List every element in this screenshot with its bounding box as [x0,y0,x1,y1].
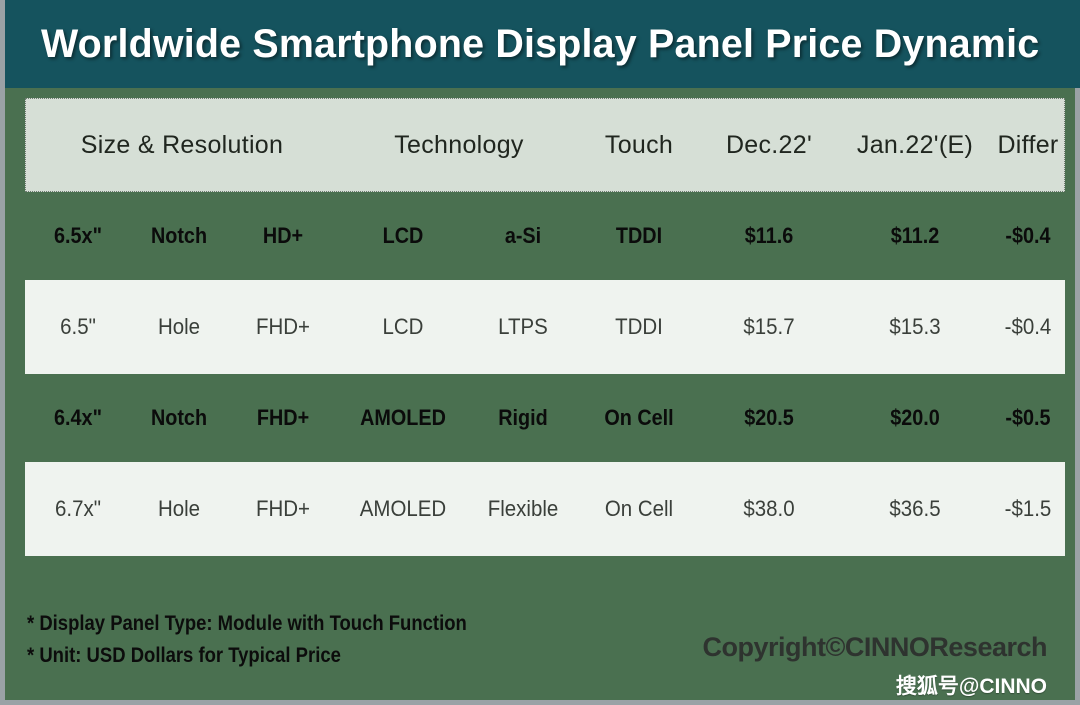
cell-touch: TDDI [615,314,663,339]
copyright-watermark: Copyright©CINNOResearch [702,632,1048,662]
table-row: 6.7x" Hole FHD+ AMOLED Flexible On Cell … [25,462,1065,556]
sohu-watermark: 搜狐号@CINNO [895,675,1047,698]
column-header-jan22e: Jan.22'(E) [856,130,974,159]
table-header-row: Size & Resolution Technology Touch Dec.2… [25,98,1065,192]
cell-panel-type: LCD [382,314,424,339]
column-header-differ: Differ [997,130,1059,159]
column-header-dec22: Dec.22' [725,130,813,159]
column-header-touch: Touch [604,130,674,159]
cell-resolution: HD+ [262,223,304,248]
footnote-unit: * Unit: USD Dollars for Typical Price [27,644,341,667]
title-bar: Worldwide Smartphone Display Panel Price… [5,0,1080,88]
cell-differ: -$0.5 [1005,405,1051,430]
cell-price-jan: $11.2 [890,223,940,248]
cell-resolution: FHD+ [256,314,310,339]
footnote-panel-type: * Display Panel Type: Module with Touch … [27,612,467,635]
cell-size: 6.7x" [55,496,101,521]
cell-price-jan: $15.3 [889,314,941,339]
cell-resolution: FHD+ [256,496,310,521]
price-table: Size & Resolution Technology Touch Dec.2… [25,98,1065,556]
footnotes: * Display Panel Type: Module with Touch … [27,608,527,672]
cell-price-jan: $20.0 [890,405,940,430]
infographic-root: Worldwide Smartphone Display Panel Price… [5,0,1080,700]
cell-panel-type: LCD [382,223,424,248]
cell-size: 6.4x" [54,405,102,430]
cell-price-dec: $38.0 [743,496,795,521]
cell-touch: TDDI [615,223,663,248]
cell-differ: -$0.4 [1005,223,1051,248]
column-header-technology: Technology [394,130,524,159]
page-title: Worldwide Smartphone Display Panel Price… [41,21,1040,66]
column-header-size-resolution: Size & Resolution [80,130,284,159]
cell-price-dec: $15.7 [743,314,795,339]
cell-size: 6.5" [60,314,96,339]
cell-price-dec: $11.6 [744,223,794,248]
cell-backplane: LTPS [498,314,548,339]
cell-size: 6.5x" [54,223,102,248]
table-row: 6.5x" Notch HD+ LCD a-Si TDDI $11.6 $11.… [25,200,1065,272]
cell-cutout: Hole [157,314,201,339]
cell-price-jan: $36.5 [889,496,941,521]
table-row: 6.5" Hole FHD+ LCD LTPS TDDI $15.7 $15.3… [25,280,1065,374]
cell-backplane: Rigid [498,405,548,430]
cell-price-dec: $20.5 [744,405,794,430]
table-row: 6.4x" Notch FHD+ AMOLED Rigid On Cell $2… [25,382,1065,454]
cell-resolution: FHD+ [256,405,310,430]
cell-backplane: Flexible [487,496,559,521]
cell-panel-type: AMOLED [359,496,447,521]
cell-backplane: a-Si [504,223,542,248]
cell-touch: On Cell [604,496,674,521]
cell-differ: -$1.5 [1004,496,1052,521]
cell-cutout: Notch [150,223,208,248]
cell-cutout: Hole [157,496,201,521]
cell-cutout: Notch [150,405,208,430]
cell-touch: On Cell [604,405,674,430]
cell-differ: -$0.4 [1004,314,1052,339]
cell-panel-type: AMOLED [360,405,446,430]
